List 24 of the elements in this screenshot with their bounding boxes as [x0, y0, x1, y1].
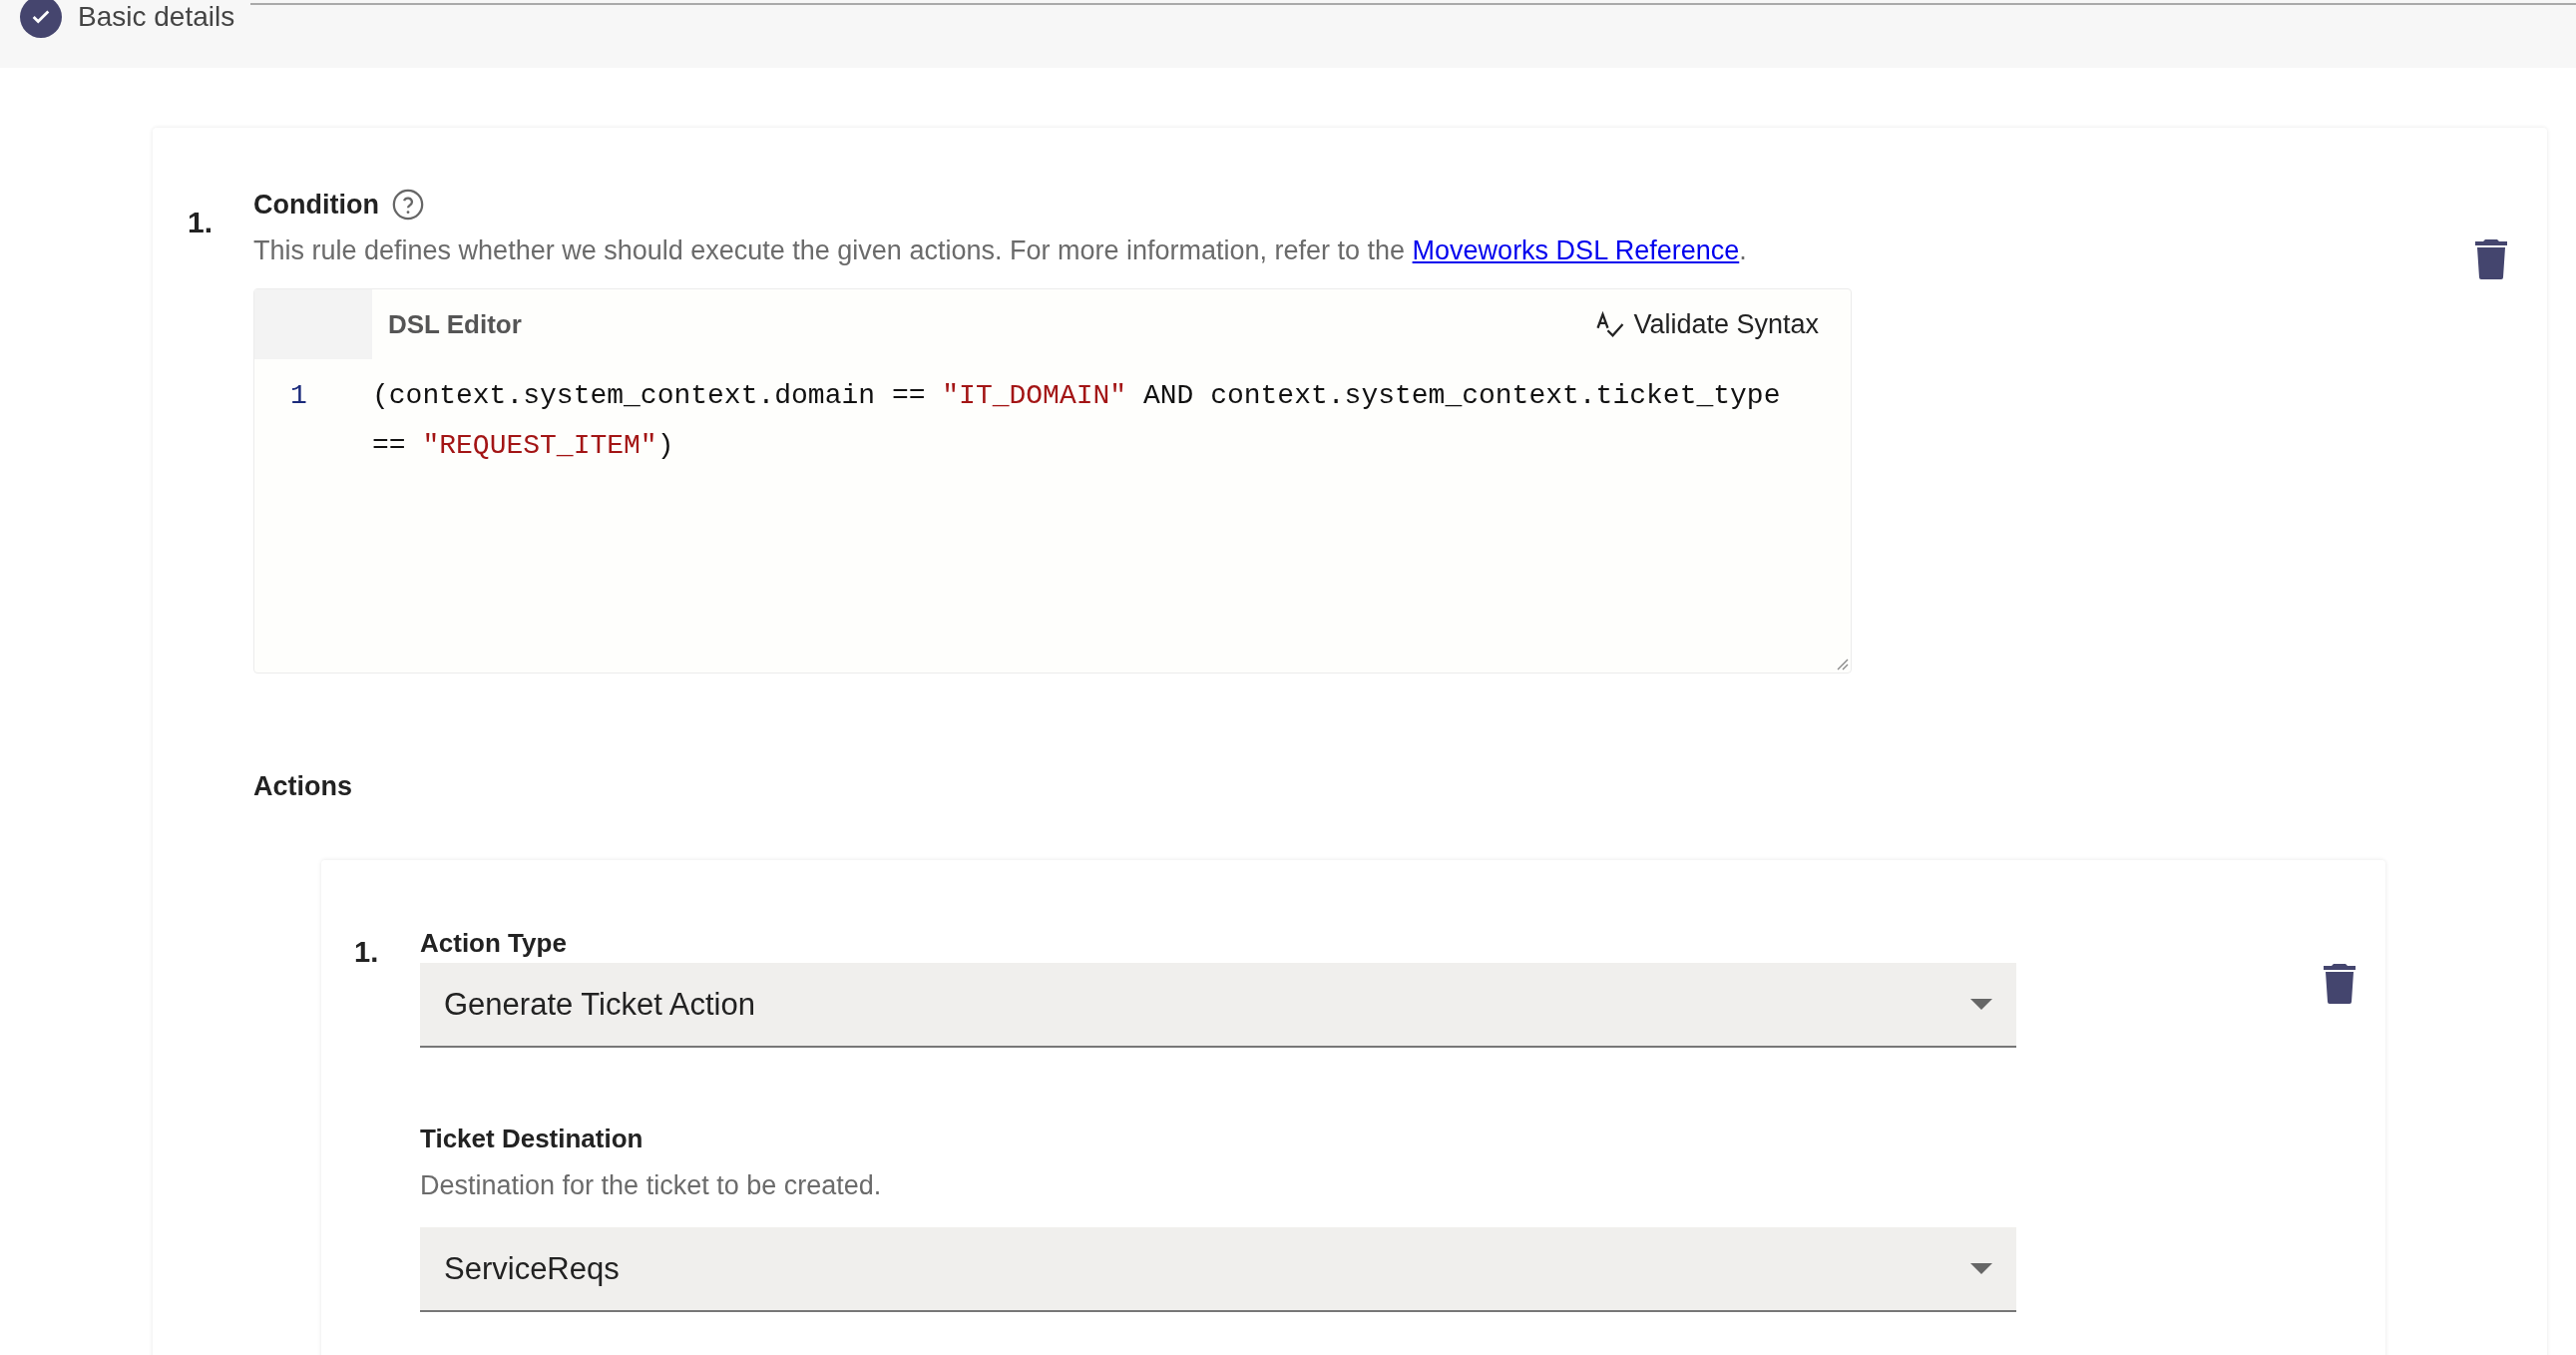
rule-number: 1. [188, 205, 215, 239]
caret-icon [1970, 998, 1992, 1011]
help-icon[interactable] [390, 188, 425, 222]
step-label: Basic details [78, 2, 235, 32]
line-number: 1 [289, 379, 308, 413]
select-field[interactable]: ServiceReqs [420, 1227, 2016, 1312]
dsl-editor[interactable]: DSL Editor Validate Syntax 1 (context.system_context.domain == "IT_DOMAIN" AND context.system_context.ticket_type == "REQUEST_ITEM") [253, 288, 1852, 674]
code-line: (context.system_context.domain == "IT_DOMAIN" AND context.system_context.ticket_type == "REQUEST_ITEM") [372, 379, 1782, 463]
validate-syntax-button[interactable]: Validate Syntax [1595, 308, 1819, 340]
condition-title: Condition [253, 189, 379, 221]
resize-handle-icon[interactable] [1835, 657, 1849, 671]
trash-icon[interactable] [2324, 964, 2356, 1004]
field-description: Destination for the ticket to be created. [420, 1170, 883, 1201]
field-label: Action Type [420, 928, 568, 959]
select-field[interactable]: Generate Ticket Action [420, 963, 2016, 1048]
spellcheck-icon [1595, 310, 1626, 338]
condition-description: This rule defines whether we should execute the given actions. For more information, refer to the Moveworks DSL Reference. [253, 235, 1748, 266]
actions-heading: Actions [253, 771, 353, 802]
trash-icon[interactable] [2475, 239, 2507, 279]
editor-title: DSL Editor [388, 308, 523, 340]
dsl-reference-link[interactable]: Moveworks DSL Reference [1412, 235, 1740, 265]
caret-icon [1970, 1262, 1992, 1275]
field-label: Ticket Destination [420, 1124, 644, 1154]
action-number: 1. [354, 935, 380, 969]
